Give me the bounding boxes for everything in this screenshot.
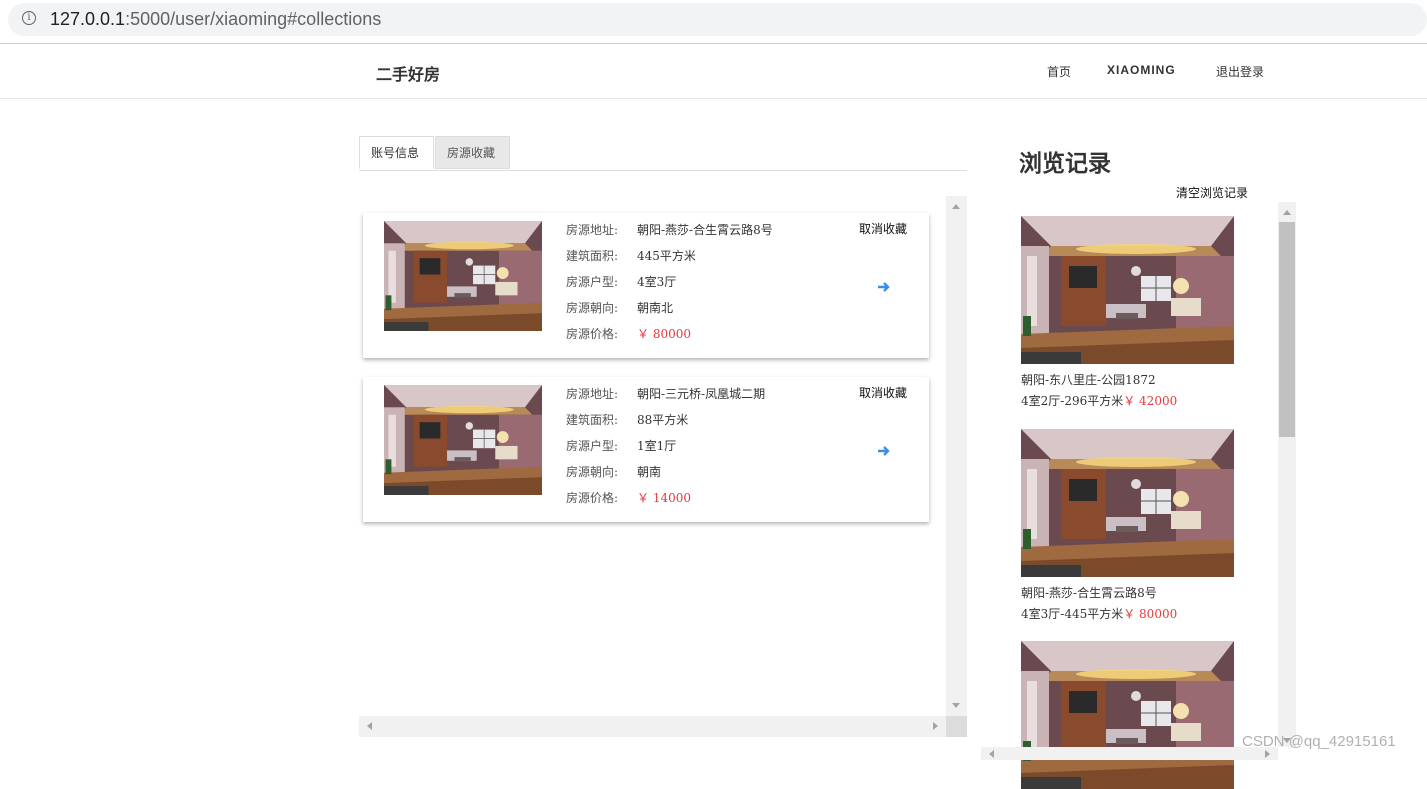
house-photo[interactable]: [1021, 641, 1234, 789]
vertical-scrollbar[interactable]: [946, 196, 967, 716]
layout-label: 房源户型:: [566, 275, 619, 289]
history-address: 朝阳-燕莎-合生霄云路8号: [1021, 586, 1157, 600]
house-photo[interactable]: [384, 385, 542, 495]
history-spec-line: 4室2厅-296平方米￥ 42000: [1021, 392, 1251, 409]
tab-account-info[interactable]: 账号信息: [359, 136, 434, 169]
scroll-left-icon[interactable]: [367, 722, 372, 730]
address-label: 房源地址:: [566, 387, 619, 401]
layout-label: 房源户型:: [566, 439, 619, 453]
price-value: ￥ 14000: [637, 491, 691, 505]
arrow-right-icon[interactable]: [877, 281, 891, 293]
scroll-left-icon[interactable]: [989, 750, 994, 758]
history-price: ￥ 42000: [1123, 394, 1178, 408]
history-price: ￥ 80000: [1123, 607, 1178, 621]
address-value: 朝阳-三元桥-凤凰城二期: [637, 387, 766, 401]
scroll-right-icon[interactable]: [1265, 750, 1270, 758]
price-label: 房源价格:: [566, 327, 619, 341]
house-photo[interactable]: [1021, 429, 1234, 577]
clear-history-button[interactable]: 清空浏览记录: [1176, 184, 1248, 201]
orientation-value: 朝南北: [637, 301, 674, 315]
collections-panel: 房源地址: 朝阳-燕莎-合生霄云路8号 建筑面积: 445平方米 房源户型: 4室3厅…: [359, 196, 967, 737]
house-details: 房源地址: 朝阳-燕莎-合生霄云路8号 建筑面积: 445平方米 房源户型: 4室3厅…: [566, 221, 773, 351]
cancel-collection-button[interactable]: 取消收藏: [859, 384, 907, 401]
url-rest: :5000/user/xiaoming#collections: [125, 9, 382, 29]
history-title: 浏览记录: [1019, 151, 1111, 177]
price-value: ￥ 80000: [637, 327, 691, 341]
area-value: 88平方米: [637, 413, 689, 427]
scrollbar-corner: [946, 716, 967, 737]
house-details: 房源地址: 朝阳-三元桥-凤凰城二期 建筑面积: 88平方米 房源户型: 1室1厅 房…: [566, 385, 765, 515]
address-value: 朝阳-燕莎-合生霄云路8号: [637, 223, 773, 237]
nav-user-link[interactable]: XIAOMING: [1107, 63, 1176, 77]
history-horizontal-scrollbar[interactable]: [981, 747, 1278, 760]
layout-value: 1室1厅: [637, 439, 677, 453]
watermark: CSDN @qq_42915161: [1242, 733, 1396, 750]
history-spec: 4室2厅-296平方米: [1021, 394, 1124, 408]
history-vertical-scrollbar[interactable]: [1278, 202, 1296, 747]
history-spec-line: 4室3厅-445平方米￥ 80000: [1021, 605, 1251, 622]
orientation-label: 房源朝向:: [566, 465, 619, 479]
scrollbar-thumb[interactable]: [1279, 222, 1295, 437]
orientation-value: 朝南: [637, 465, 662, 479]
profile-tabs: 账号信息 房源收藏: [359, 136, 967, 171]
address-label: 房源地址:: [566, 223, 619, 237]
history-spec: 4室3厅-445平方米: [1021, 607, 1124, 621]
history-panel: 朝阳-东八里庄-公园1872 4室2厅-296平方米￥ 42000 朝阳-燕莎-…: [981, 202, 1296, 760]
orientation-label: 房源朝向:: [566, 301, 619, 315]
url-text[interactable]: 127.0.0.1:5000/user/xiaoming#collections: [50, 9, 381, 30]
nav-home-link[interactable]: 首页: [1047, 63, 1071, 80]
history-item[interactable]: 朝阳-燕莎-合生霄云路8号 4室3厅-445平方米￥ 80000: [1021, 429, 1251, 622]
horizontal-scrollbar[interactable]: [359, 716, 946, 737]
collection-card: 房源地址: 朝阳-燕莎-合生霄云路8号 建筑面积: 445平方米 房源户型: 4室3厅…: [363, 213, 929, 358]
scroll-down-icon[interactable]: [952, 703, 960, 708]
history-address: 朝阳-东八里庄-公园1872: [1021, 373, 1156, 387]
scroll-right-icon[interactable]: [933, 722, 938, 730]
area-value: 445平方米: [637, 249, 696, 263]
brand-logo[interactable]: 二手好房: [376, 61, 440, 85]
house-photo[interactable]: [384, 221, 542, 331]
scroll-up-icon[interactable]: [1283, 210, 1291, 215]
history-item[interactable]: [1021, 641, 1251, 789]
address-bar[interactable]: i 127.0.0.1:5000/user/xiaoming#collectio…: [8, 3, 1427, 36]
collection-card: 房源地址: 朝阳-三元桥-凤凰城二期 建筑面积: 88平方米 房源户型: 1室1厅 房…: [363, 377, 929, 522]
price-label: 房源价格:: [566, 491, 619, 505]
history-item[interactable]: 朝阳-东八里庄-公园1872 4室2厅-296平方米￥ 42000: [1021, 216, 1251, 409]
area-label: 建筑面积:: [566, 413, 619, 427]
site-header: 二手好房 首页 XIAOMING 退出登录: [0, 44, 1427, 99]
cancel-collection-button[interactable]: 取消收藏: [859, 220, 907, 237]
arrow-right-icon[interactable]: [877, 445, 891, 457]
scroll-up-icon[interactable]: [952, 204, 960, 209]
layout-value: 4室3厅: [637, 275, 677, 289]
area-label: 建筑面积:: [566, 249, 619, 263]
url-host: 127.0.0.1: [50, 9, 126, 29]
tab-collections[interactable]: 房源收藏: [435, 136, 510, 169]
house-photo[interactable]: [1021, 216, 1234, 364]
nav-logout-link[interactable]: 退出登录: [1216, 63, 1264, 80]
info-icon[interactable]: i: [22, 11, 36, 25]
